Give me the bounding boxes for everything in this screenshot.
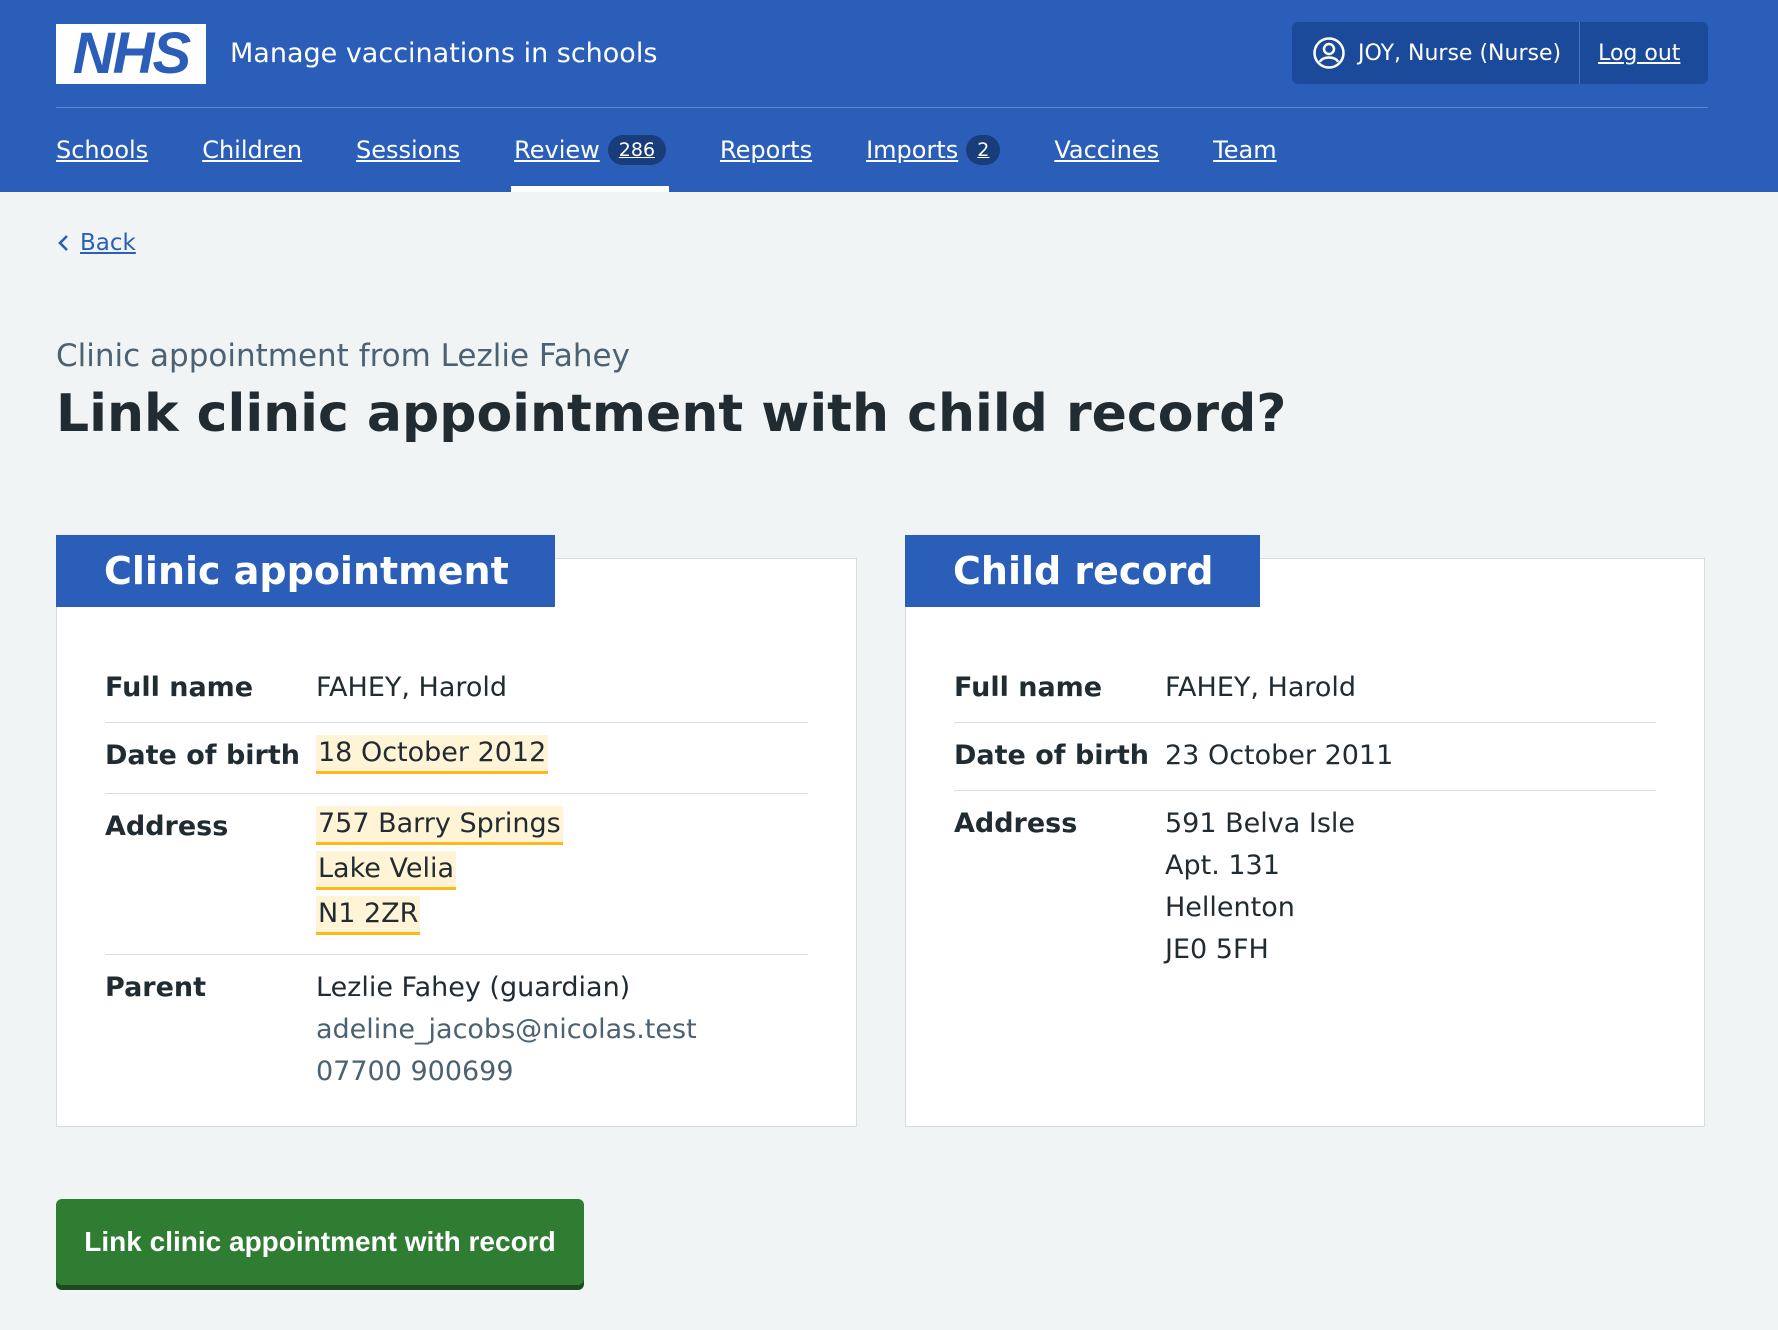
site-header: NHS Manage vaccinations in schools JOY, … [0,0,1778,192]
address-label: Address [954,808,1078,839]
nav-label: Reports [720,136,813,164]
link-record-button[interactable]: Link clinic appointment with record [56,1199,584,1285]
clinic-appointment-card: Clinic appointment Full name FAHEY, Haro… [56,535,857,1127]
nav-label: Imports [866,136,959,164]
nav-item-review[interactable]: Review 286 [511,108,669,192]
dob-text: 23 October 2011 [1165,740,1394,771]
parent-value: Lezlie Fahey (guardian) adeline_jacobs@n… [316,967,697,1093]
service-name[interactable]: Manage vaccinations in schools [230,34,657,74]
address-line-highlight: N1 2ZR [316,896,421,935]
dob-value: 18 October 2012 [316,735,549,780]
child-summary-list: Full name FAHEY, Harold Date of birth 23… [954,655,1656,984]
nav-label: Schools [56,136,149,164]
nav-label: Team [1213,136,1277,164]
nhs-logo[interactable]: NHS [56,24,206,84]
address-line-highlight: 757 Barry Springs [316,806,563,845]
parent-label: Parent [105,972,207,1003]
nav-label: Sessions [356,136,461,164]
nav-item-schools[interactable]: Schools [56,108,148,192]
account-user: JOY, Nurse (Nurse) [1292,22,1581,84]
dob-row: Date of birth 18 October 2012 [105,723,808,794]
address-line: JE0 5FH [1165,934,1269,965]
address-value: 591 Belva Isle Apt. 131 Hellenton JE0 5F… [1165,803,1355,971]
parent-email: adeline_jacobs@nicolas.test [316,1014,697,1045]
logout-link[interactable]: Log out [1580,41,1700,66]
full-name-row: Full name FAHEY, Harold [954,655,1656,723]
header-top: NHS Manage vaccinations in schools JOY, … [56,0,1708,108]
account-user-name: JOY, Nurse (Nurse) [1358,40,1562,66]
back-label: Back [80,230,136,256]
address-row: Address 591 Belva Isle Apt. 131 Hellento… [954,791,1656,984]
full-name-text: FAHEY, Harold [1165,672,1357,703]
full-name-value: FAHEY, Harold [316,667,507,709]
address-value: 757 Barry Springs Lake Velia N1 2ZR [316,806,563,941]
address-line: Hellenton [1165,892,1295,923]
nav-item-reports[interactable]: Reports [720,108,812,192]
clinic-appointment-heading: Clinic appointment [56,535,555,607]
parent-name: Lezlie Fahey (guardian) [316,972,631,1003]
full-name-row: Full name FAHEY, Harold [105,655,808,723]
full-name-label: Full name [954,672,1103,703]
child-record-heading: Child record [905,535,1260,607]
nav-item-sessions[interactable]: Sessions [356,108,460,192]
review-count-badge: 286 [607,135,667,165]
dob-highlight: 18 October 2012 [316,735,549,774]
parent-row: Parent Lezlie Fahey (guardian) adeline_j… [105,955,808,1106]
page-title: Link clinic appointment with child recor… [56,384,1287,444]
address-line: 591 Belva Isle [1165,808,1356,839]
nav-item-imports[interactable]: Imports 2 [866,108,1001,192]
chevron-left-icon [58,235,68,251]
dob-value: 23 October 2011 [1165,735,1393,777]
dob-label: Date of birth [105,740,300,771]
account-panel: JOY, Nurse (Nurse) Log out [1292,22,1708,84]
full-name-text: FAHEY, Harold [316,672,508,703]
nav-item-children[interactable]: Children [202,108,302,192]
full-name-value: FAHEY, Harold [1165,667,1356,709]
user-icon [1313,37,1345,69]
page-caption: Clinic appointment from Lezlie Fahey [56,338,630,374]
imports-count-badge: 2 [966,135,1001,165]
nav-item-vaccines[interactable]: Vaccines [1054,108,1159,192]
child-record-card: Child record Full name FAHEY, Harold Dat… [905,535,1705,1127]
primary-nav: Schools Children Sessions Review 286 Repo… [56,108,1331,192]
dob-row: Date of birth 23 October 2011 [954,723,1656,791]
nav-label: Review [514,136,600,164]
address-row: Address 757 Barry Springs Lake Velia N1 … [105,794,808,955]
address-line: Apt. 131 [1165,850,1280,881]
nav-item-team[interactable]: Team [1213,108,1276,192]
clinic-summary-list: Full name FAHEY, Harold Date of birth 18… [105,655,808,1106]
dob-label: Date of birth [954,740,1149,771]
parent-phone: 07700 900699 [316,1056,514,1087]
full-name-label: Full name [105,672,254,703]
back-link[interactable]: Back [56,230,136,256]
address-label: Address [105,811,229,842]
nav-label: Vaccines [1054,136,1160,164]
address-line-highlight: Lake Velia [316,851,456,890]
nav-label: Children [202,136,303,164]
